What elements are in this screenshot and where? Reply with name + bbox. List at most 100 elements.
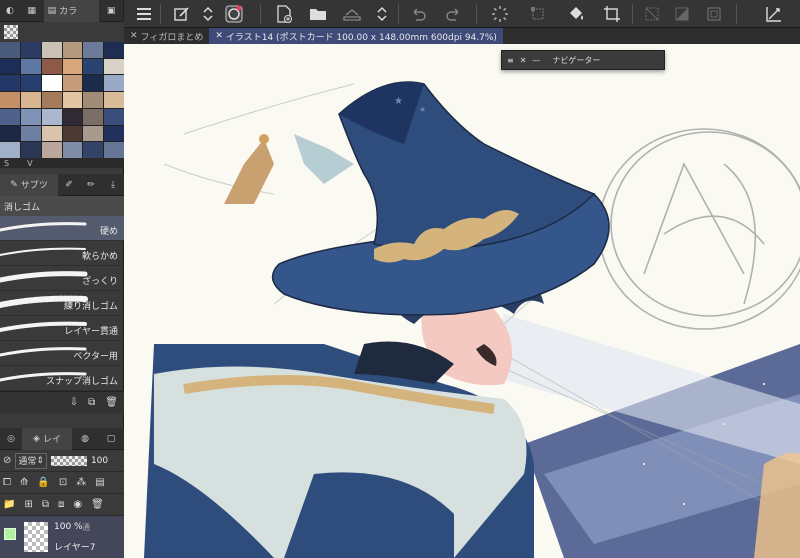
close-icon[interactable]: ✕ [130, 31, 138, 41]
palette-tab-1[interactable]: ◐ [0, 0, 20, 22]
brush-item[interactable]: レイヤー貫通 [0, 316, 124, 341]
import-icon[interactable]: ⇩ [70, 397, 78, 408]
brush-item[interactable]: 練り消しゴム [0, 291, 124, 316]
color-swatch[interactable] [83, 142, 104, 158]
tab-figaro[interactable]: ✕ フィガロまとめ [124, 28, 209, 44]
clip-icon[interactable]: ⧠ [3, 477, 11, 488]
edit-button[interactable] [172, 4, 192, 24]
new-file-button[interactable] [274, 4, 294, 24]
color-swatch[interactable] [83, 75, 104, 92]
color-swatch[interactable] [83, 42, 104, 58]
visibility-toggle[interactable] [4, 528, 16, 540]
brush-item[interactable]: ざっくり [0, 266, 124, 291]
color-swatch[interactable] [62, 42, 83, 58]
lock-icon[interactable]: 🔒 [37, 477, 49, 488]
color-swatch[interactable] [20, 42, 41, 58]
color-swatch[interactable] [62, 58, 83, 75]
blend-mode-select[interactable]: 通常 ⇕ [15, 452, 47, 469]
color-swatch[interactable] [20, 142, 41, 158]
color-swatch[interactable] [0, 92, 20, 108]
loading-button[interactable] [490, 4, 510, 24]
layer-mode-icon[interactable]: ⊘ [3, 455, 11, 466]
navigator-window[interactable]: ≡ ✕ — ナビゲーター [501, 50, 665, 70]
subtool-group-title[interactable]: 消しゴム [0, 196, 124, 216]
palette-tab-color-set[interactable]: ▤ カラ [43, 0, 100, 22]
color-swatch[interactable] [83, 125, 104, 142]
minimize-icon[interactable]: — [532, 56, 540, 65]
subtool-tab-2[interactable]: ✐ [58, 174, 80, 196]
subtool-tab[interactable]: ✎ サブツ [0, 173, 58, 196]
opacity-slider[interactable] [50, 455, 87, 466]
color-swatch[interactable] [41, 125, 62, 142]
copy-layer-icon[interactable]: ⧉ [42, 499, 49, 510]
close-icon[interactable]: ✕ [520, 56, 527, 65]
color-swatch[interactable] [62, 142, 83, 158]
invert-selection-button[interactable] [672, 4, 692, 24]
color-swatch[interactable] [0, 142, 20, 158]
color-swatch[interactable] [0, 125, 20, 142]
companion-button[interactable] [224, 4, 244, 24]
delete-layer-icon[interactable]: 🗑 [91, 499, 104, 510]
subtool-tab-4[interactable]: ⤓ [102, 174, 124, 196]
color-swatch[interactable] [104, 125, 124, 142]
color-swatch[interactable] [83, 108, 104, 125]
color-swatch[interactable] [104, 142, 124, 158]
ruler-button[interactable] [764, 4, 784, 24]
subtool-tab-3[interactable]: ✏ [80, 174, 102, 196]
selection-border-button[interactable] [704, 4, 724, 24]
color-swatch[interactable] [20, 92, 41, 108]
color-swatch[interactable] [0, 75, 20, 92]
layer-tab[interactable]: ◈ レイ [22, 427, 72, 450]
color-swatch[interactable] [104, 75, 124, 92]
crop-button[interactable] [602, 4, 622, 24]
reference-icon[interactable]: ⟰ [20, 477, 28, 488]
palette-color-icon[interactable]: ▤ [95, 477, 104, 488]
open-folder-button[interactable] [308, 4, 328, 24]
brush-item[interactable]: ベクター用 [0, 341, 124, 366]
color-swatch[interactable] [83, 92, 104, 108]
brush-item[interactable]: 軟らかめ [0, 241, 124, 266]
layer-tab-1[interactable]: ◎ [0, 428, 22, 450]
merge-icon[interactable]: ⧈ [58, 499, 64, 510]
drag-handle-icon[interactable]: ≡ [507, 56, 514, 65]
color-swatch[interactable] [0, 108, 20, 125]
tab-illust14[interactable]: ✕ イラスト14 (ポストカード 100.00 x 148.00mm 600dp… [209, 28, 503, 44]
save-button[interactable] [342, 4, 362, 24]
mask-icon[interactable]: ⁂ [76, 477, 86, 488]
lock-alpha-icon[interactable]: ⊡ [59, 477, 67, 488]
trash-icon[interactable]: 🗑 [105, 397, 118, 408]
color-swatch[interactable] [20, 58, 41, 75]
close-icon[interactable]: ✕ [215, 31, 223, 41]
color-swatch[interactable] [83, 58, 104, 75]
fill-button[interactable] [566, 4, 586, 24]
color-swatch[interactable] [104, 92, 124, 108]
layer-item[interactable]: 100 % 通 レイヤー7 [0, 516, 124, 558]
clear-selection-button[interactable] [642, 4, 662, 24]
color-swatch[interactable] [41, 75, 62, 92]
scroll-button-2[interactable] [372, 4, 392, 24]
color-swatch[interactable] [20, 75, 41, 92]
color-swatch[interactable] [104, 42, 124, 58]
color-swatch[interactable] [20, 108, 41, 125]
color-swatch[interactable] [104, 58, 124, 75]
menu-button[interactable] [134, 4, 154, 24]
color-swatch[interactable] [41, 92, 62, 108]
color-swatch[interactable] [0, 42, 20, 58]
brush-item[interactable]: スナップ消しゴム [0, 366, 124, 391]
layer-mask-icon[interactable]: ◉ [73, 499, 82, 510]
color-swatch[interactable] [20, 125, 41, 142]
new-folder-icon[interactable]: 📁 [3, 499, 15, 510]
color-swatch[interactable] [41, 108, 62, 125]
color-swatch[interactable] [62, 108, 83, 125]
opacity-value[interactable]: 100 [91, 456, 108, 466]
duplicate-icon[interactable]: ⧉ [88, 397, 95, 408]
color-swatch[interactable] [104, 108, 124, 125]
redo-button[interactable] [444, 4, 464, 24]
brush-item[interactable]: 硬め [0, 216, 124, 241]
color-swatch[interactable] [0, 58, 20, 75]
color-swatch[interactable] [41, 42, 62, 58]
color-swatch[interactable] [62, 125, 83, 142]
transform-button[interactable] [528, 4, 548, 24]
color-swatch[interactable] [41, 142, 62, 158]
layer-tab-4[interactable]: ▢ [98, 428, 124, 450]
